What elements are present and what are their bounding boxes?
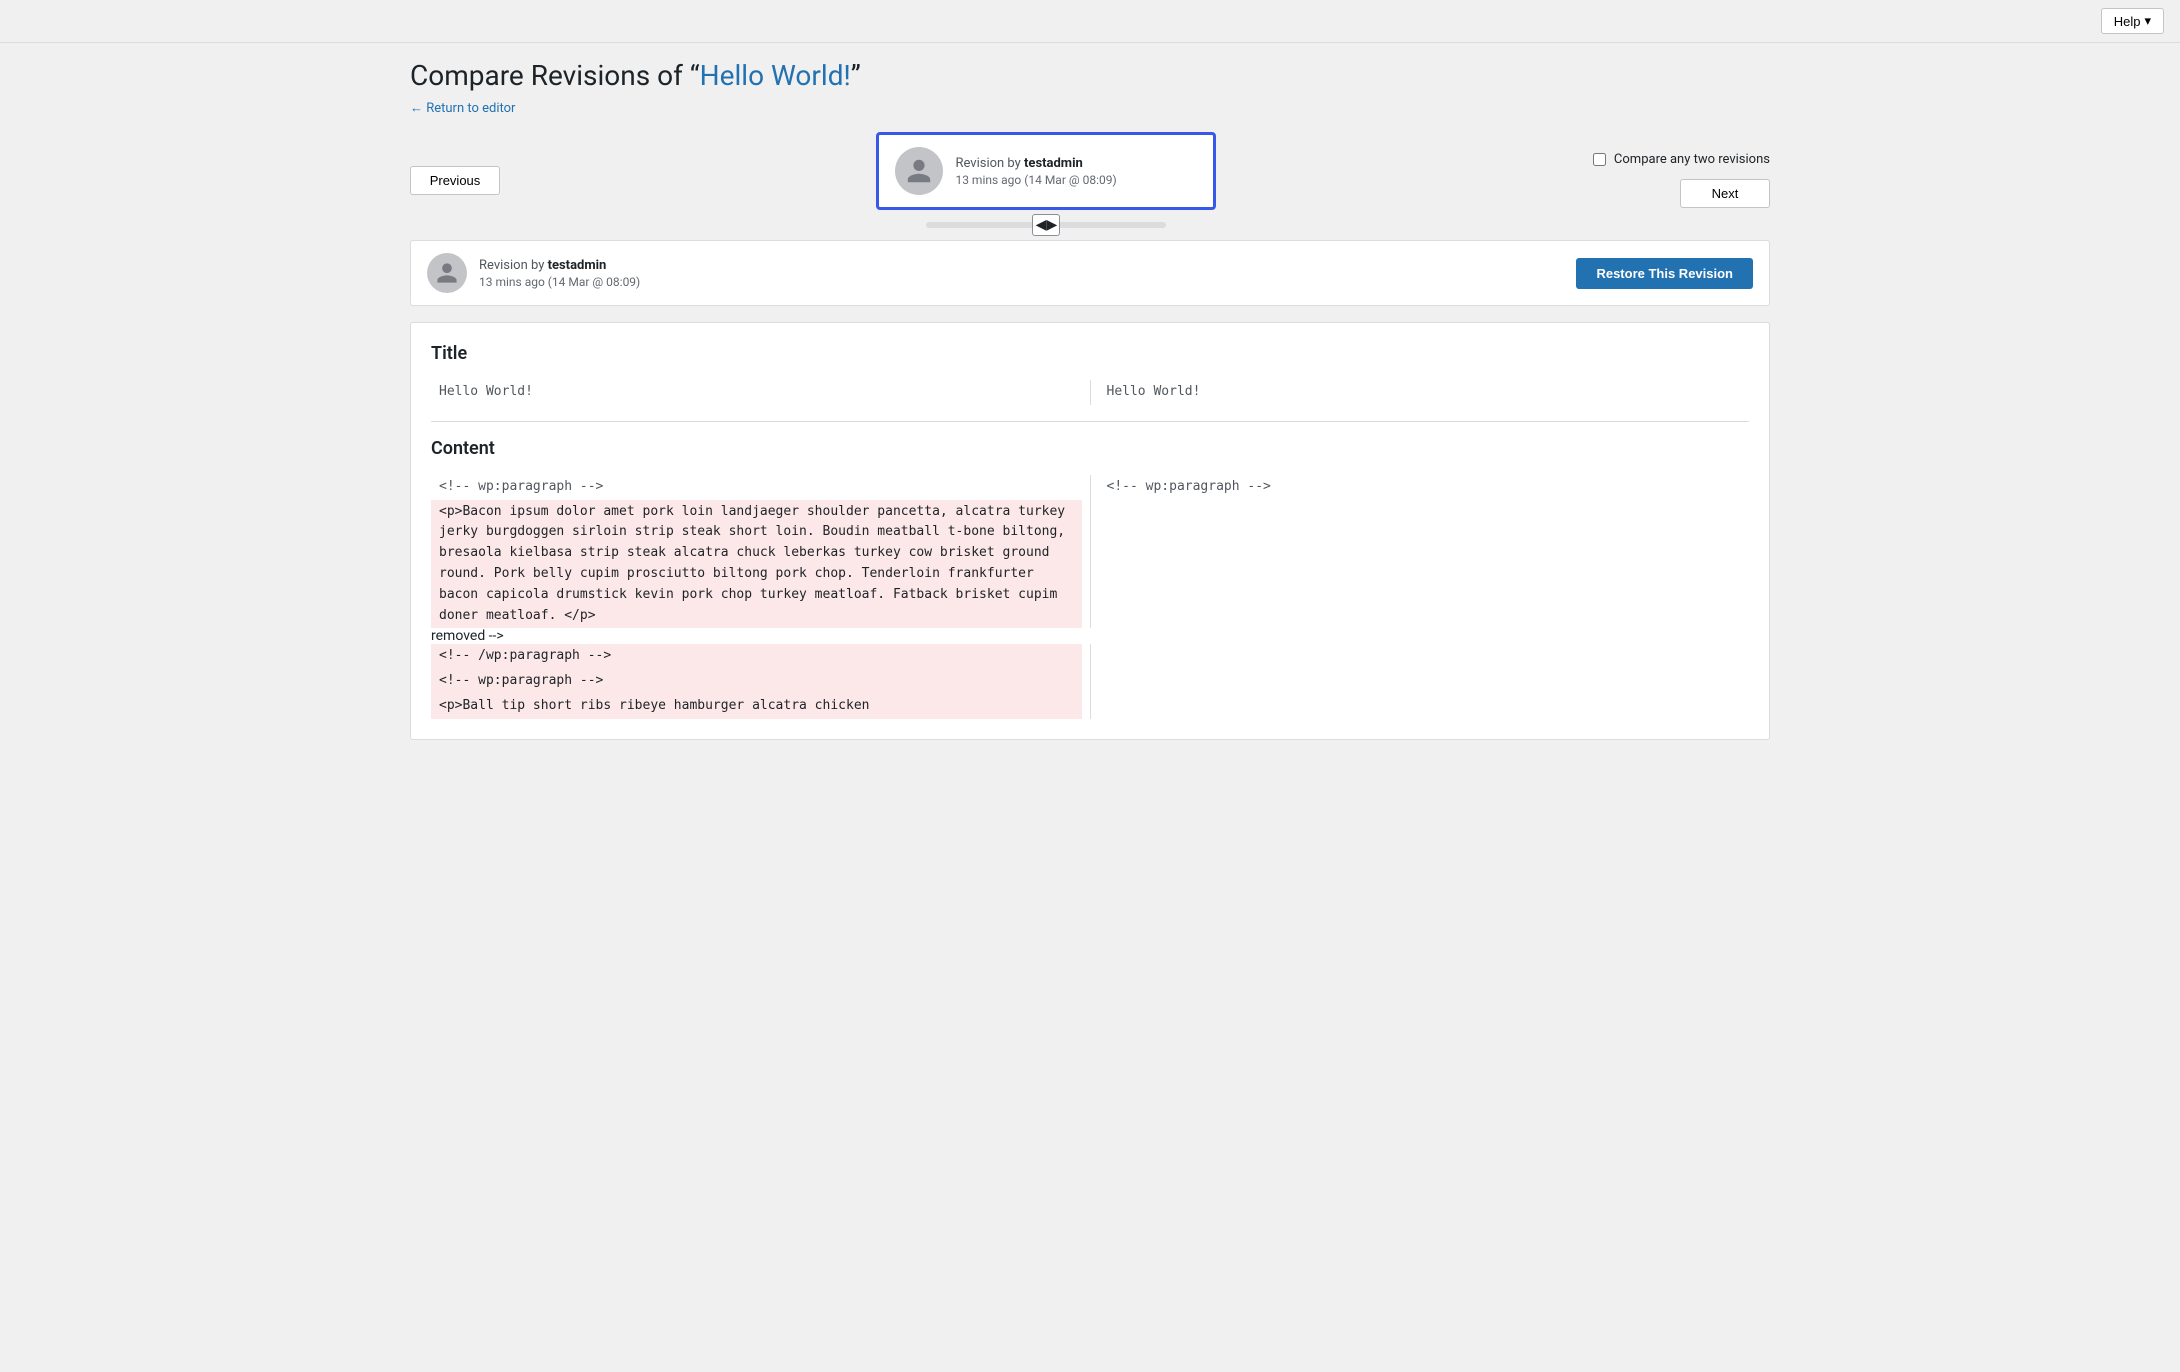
post-title-link[interactable]: Hello World! <box>700 59 851 92</box>
diff-wp-paragraph2-right <box>1099 669 1750 694</box>
compare-two-revisions-checkbox[interactable] <box>1593 153 1606 166</box>
diff-removed-left-col: <p>Bacon ipsum dolor amet pork loin land… <box>431 500 1082 629</box>
diff-title-section-header: Title <box>431 343 1749 364</box>
slider-thumb[interactable]: ◀▶ <box>1032 214 1060 236</box>
diff-title-left: Hello World! <box>431 380 1082 405</box>
diff-title-columns: Hello World! Hello World! <box>431 380 1749 405</box>
diff-removed-divider <box>1090 500 1091 629</box>
revision-by-line: Revision by testadmin <box>479 258 640 273</box>
diff-content-left-comment: <!-- wp:paragraph --> <box>431 475 1082 500</box>
diff-right-wp-comment: <!-- wp:paragraph --> <box>1099 475 1750 500</box>
diff-wp-paragraph2-row: <!-- wp:paragraph --> <box>431 669 1749 694</box>
diff-title-divider <box>1090 380 1091 405</box>
slider-container: Revision by testadmin 13 mins ago (14 Ma… <box>500 132 1593 228</box>
title-prefix: Compare Revisions of “ <box>410 59 700 92</box>
diff-wp-paragraph2-left: <!-- wp:paragraph --> <box>431 669 1082 694</box>
diff-wp-end-right <box>1099 644 1750 669</box>
page-title: Compare Revisions of “Hello World!” <box>410 59 1770 92</box>
revision-bar-left: Revision by testadmin 13 mins ago (14 Ma… <box>427 253 640 293</box>
return-to-editor-link[interactable]: ← Return to editor <box>410 100 515 116</box>
diff-removed-text: <p>Bacon ipsum dolor amet pork loin land… <box>431 500 1082 629</box>
diff-content2-row: <p>Ball tip short ribs ribeye hamburger … <box>431 694 1749 719</box>
help-button[interactable]: Help ▾ <box>2101 8 2164 34</box>
diff-content-comment-row: <!-- wp:paragraph --> <!-- wp:paragraph … <box>431 475 1749 500</box>
diff-wp-end-left: <!-- /wp:paragraph --> <box>431 644 1082 669</box>
compare-label[interactable]: Compare any two revisions <box>1614 152 1770 167</box>
revision-bar: Revision by testadmin 13 mins ago (14 Ma… <box>410 240 1770 306</box>
diff-left-wp-comment: <!-- wp:paragraph --> <box>431 475 1082 500</box>
diff-removed-content2: <p>Ball tip short ribs ribeye hamburger … <box>431 694 1082 719</box>
diff-content2-right <box>1099 694 1750 719</box>
diff-removed-right-col <box>1099 500 1750 629</box>
tooltip-author: testadmin <box>1024 156 1083 171</box>
top-bar: Help ▾ <box>0 0 2180 43</box>
next-button[interactable]: Next <box>1680 179 1770 208</box>
diff-content-section-header: Content <box>431 438 1749 459</box>
avatar-user-icon <box>435 261 459 285</box>
revision-info: Revision by testadmin 13 mins ago (14 Ma… <box>479 258 640 289</box>
diff-title-right: Hello World! <box>1099 380 1750 405</box>
diff-left-title-value: Hello World! <box>431 380 1082 405</box>
title-suffix: ” <box>851 59 861 92</box>
diff-removed-wp-paragraph2: <!-- wp:paragraph --> <box>431 669 1082 694</box>
slider-track[interactable]: ◀▶ <box>926 222 1166 228</box>
revision-author: testadmin <box>548 258 607 273</box>
help-label: Help <box>2114 14 2141 29</box>
tooltip-text: Revision by testadmin 13 mins ago (14 Ma… <box>955 156 1116 187</box>
diff-content-right-comment: <!-- wp:paragraph --> <box>1099 475 1750 500</box>
diff-removed-block-row: <p>Bacon ipsum dolor amet pork loin land… <box>431 500 1749 629</box>
revision-bar-avatar <box>427 253 467 293</box>
restore-revision-button[interactable]: Restore This Revision <box>1576 258 1753 289</box>
diff-content2-left: <p>Ball tip short ribs ribeye hamburger … <box>431 694 1082 719</box>
previous-button[interactable]: Previous <box>410 166 500 195</box>
diff-wp-end-row: <!-- /wp:paragraph --> <box>431 644 1749 669</box>
tooltip-avatar <box>895 147 943 195</box>
diff-wp-end-divider <box>1090 644 1091 669</box>
diff-right-title-value: Hello World! <box>1099 380 1750 405</box>
tooltip-time: 13 mins ago (14 Mar @ 08:09) <box>955 173 1116 187</box>
main-wrap: Compare Revisions of “Hello World!” ← Re… <box>390 43 1790 756</box>
diff-content2-divider <box>1090 694 1091 719</box>
right-controls: Compare any two revisions Next <box>1593 152 1770 208</box>
slider-area: Previous Revision by testadmin <box>410 132 1770 228</box>
revision-tooltip-card: Revision by testadmin 13 mins ago (14 Ma… <box>876 132 1216 210</box>
diff-wp-paragraph2-divider <box>1090 669 1091 694</box>
diff-content-comment-divider <box>1090 475 1091 500</box>
compare-area: Compare any two revisions <box>1593 152 1770 167</box>
help-arrow: ▾ <box>2144 13 2151 29</box>
tooltip-revision-by: Revision by testadmin <box>955 156 1116 171</box>
revision-time-line: 13 mins ago (14 Mar @ 08:09) <box>479 275 640 289</box>
user-icon <box>905 157 933 185</box>
diff-section-divider <box>431 421 1749 422</box>
diff-removed-wp-end: <!-- /wp:paragraph --> <box>431 644 1082 669</box>
diff-wrap: Title Hello World! Hello World! Content … <box>410 322 1770 740</box>
